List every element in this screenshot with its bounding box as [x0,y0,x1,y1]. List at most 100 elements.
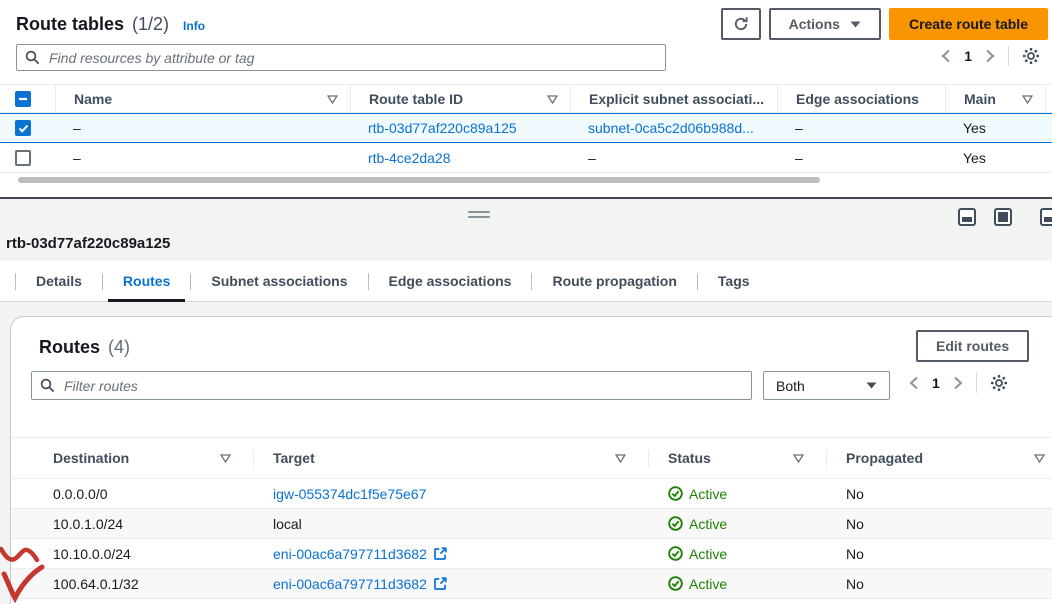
tab-subnet-associations[interactable]: Subnet associations [191,261,367,301]
external-link-icon[interactable] [434,547,447,560]
list-header: Route tables (1/2) Info Actions Create r… [16,6,1048,42]
sort-icon [1022,91,1033,107]
target-link[interactable]: igw-055374dc1f5e75e67 [273,486,426,502]
status-label: Active [689,486,727,502]
route-table-id-link[interactable]: rtb-03d77af220c89a125 [368,120,517,136]
cell-status: Active [648,516,826,532]
routes-count: (4) [108,337,130,358]
filter-routes-input[interactable] [31,371,752,400]
tab-details[interactable]: Details [16,261,102,301]
info-link[interactable]: Info [183,19,205,33]
edit-routes-button[interactable]: Edit routes [916,330,1029,362]
list-pagination: 1 [941,46,1040,66]
selection-count: (1/2) [132,14,169,35]
chevron-left-icon[interactable] [909,376,919,390]
sort-icon [547,91,558,107]
detail-panel-title: rtb-03d77af220c89a125 [6,235,170,252]
column-header-route-table-id[interactable]: Route table ID [350,85,570,112]
column-label: Route table ID [369,91,463,107]
route-row: 100.64.0.1/32 eni-00ac6a797711d3682 Acti… [11,569,1052,599]
tab-route-propagation[interactable]: Route propagation [532,261,696,301]
row-checkbox-unchecked[interactable] [15,150,31,166]
cell-status: Active [648,486,826,502]
chevron-left-icon[interactable] [941,49,951,63]
chevron-right-icon[interactable] [985,49,995,63]
actions-button-label: Actions [789,16,840,32]
table-row[interactable]: – rtb-03d77af220c89a125 subnet-0ca5c2d06… [0,113,1052,143]
cell-name: – [55,120,350,136]
caret-down-icon [850,21,861,28]
search-input[interactable] [16,44,666,71]
column-label: Name [74,91,112,107]
horizontal-scrollbar[interactable] [18,177,820,183]
column-label: Status [668,450,711,466]
routes-filter [31,371,752,400]
route-row: 10.10.0.0/24 eni-00ac6a797711d3682 Activ… [11,539,1052,569]
split-panel-close-icon[interactable] [1040,208,1052,226]
column-header-main[interactable]: Main [945,85,1045,112]
column-header-explicit-subnet[interactable]: Explicit subnet associati... [570,85,777,112]
page-number[interactable]: 1 [932,375,940,391]
cell-propagated: No [826,546,1052,562]
divider [1008,46,1009,66]
chevron-right-icon[interactable] [953,376,963,390]
refresh-button[interactable] [721,8,761,40]
route-row: 10.0.1.0/24 local Active No [11,509,1052,539]
tab-tags[interactable]: Tags [698,261,770,301]
split-panel-bottom-icon[interactable] [958,208,976,226]
target-link[interactable]: eni-00ac6a797711d3682 [273,576,427,592]
page-number[interactable]: 1 [964,48,972,64]
settings-gear-icon[interactable] [1022,47,1040,65]
cell-name: – [55,150,350,166]
status-active-icon [668,516,683,531]
routes-title: Routes [39,337,100,358]
subnet-association-link[interactable]: subnet-0ca5c2d06b988d... [588,120,754,136]
status-label: Active [689,546,727,562]
status-active-icon [668,546,683,561]
column-label: Destination [53,450,129,466]
route-filter-mode-select[interactable]: Both [763,371,890,400]
actions-button[interactable]: Actions [769,8,881,40]
column-header-status[interactable]: Status [648,450,826,466]
column-label: Target [273,450,315,466]
status-label: Active [689,576,727,592]
column-divider [648,450,649,468]
table-row[interactable]: – rtb-4ce2da28 – – Yes [0,143,1052,173]
cell-status: Active [648,576,826,592]
column-header-propagated[interactable]: Propagated [826,450,1052,466]
split-panel-side-icon[interactable] [994,208,1012,226]
row-checkbox-checked[interactable] [15,120,31,136]
column-divider [253,450,254,468]
target-link[interactable]: eni-00ac6a797711d3682 [273,546,427,562]
tab-edge-associations[interactable]: Edge associations [369,261,532,301]
detail-tabs: Details Routes Subnet associations Edge … [0,261,1052,302]
column-label: Propagated [846,450,923,466]
select-all-checkbox[interactable] [15,91,31,107]
external-link-icon[interactable] [434,577,447,590]
split-panel-drag-handle[interactable] [468,211,490,221]
split-panel-header: rtb-03d77af220c89a125 [0,199,1052,261]
create-route-table-button[interactable]: Create route table [889,8,1048,40]
cell-subnet: – [570,150,777,166]
settings-gear-icon[interactable] [990,374,1008,392]
divider [976,373,977,393]
cell-propagated: No [826,576,1052,592]
route-tables-table-header: Name Route table ID Explicit subnet asso… [0,84,1052,113]
sort-icon [793,450,804,466]
column-header-spacer [1045,85,1052,112]
column-header-name[interactable]: Name [55,85,350,112]
edit-routes-label: Edit routes [936,338,1009,354]
route-table-id-link[interactable]: rtb-4ce2da28 [368,150,451,166]
mode-select-value: Both [776,378,805,394]
status-label: Active [689,516,727,532]
column-header-destination[interactable]: Destination [11,450,253,466]
cell-destination: 10.0.1.0/24 [11,516,253,532]
column-label: Edge associations [796,91,919,107]
cell-main: Yes [945,150,1045,166]
tab-routes[interactable]: Routes [103,261,190,301]
sort-icon [1034,450,1045,466]
vpc-route-tables-screen: Route tables (1/2) Info Actions Create r… [0,0,1052,604]
column-header-target[interactable]: Target [253,450,648,466]
routes-table-header: Destination Target Status Propagated [11,437,1052,479]
column-header-edge-associations[interactable]: Edge associations [777,85,945,112]
